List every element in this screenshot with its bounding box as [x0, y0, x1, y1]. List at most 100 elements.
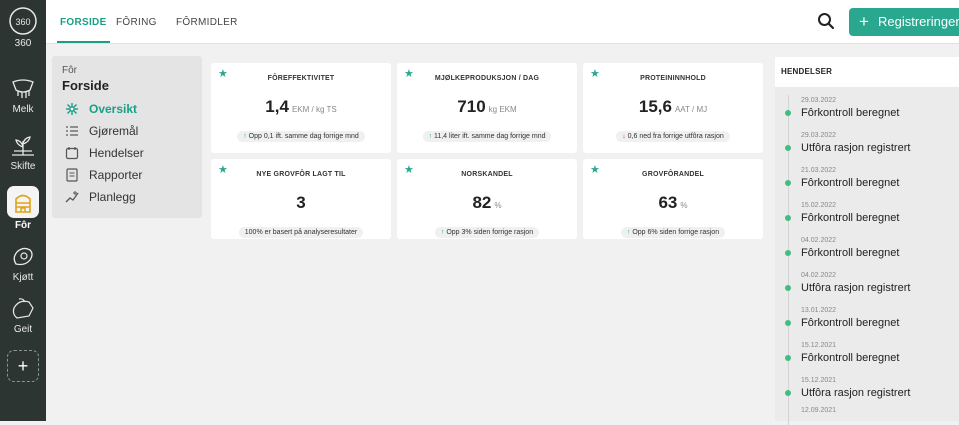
plan-chart-icon [65, 191, 79, 203]
rail-label-for: Fôr [14, 220, 32, 231]
rail-item-for[interactable]: Fôr [0, 186, 46, 231]
menu-label-rapporter: Rapporter [89, 168, 143, 182]
menu-item-rapporter[interactable]: Rapporter [65, 166, 142, 184]
event-date: 12.09.2021 [801, 407, 837, 414]
svg-text:360: 360 [15, 17, 30, 27]
rail-active-box [7, 186, 39, 218]
kpi-card-proteininnhold[interactable]: ★ PROTEININNHOLD 15,6 AAT / MJ ↓ 0,6 ned … [583, 63, 763, 153]
event-date: 13.01.2022 [801, 307, 837, 314]
kpi-unit: % [494, 201, 502, 210]
event-title: Fôrkontroll beregnet [801, 177, 900, 189]
rail-label-skifte: Skifte [10, 161, 36, 172]
rail-item-kjott[interactable]: Kjøtt [0, 244, 46, 283]
menu-label-hendelser: Hendelser [89, 146, 144, 160]
kpi-title: NYE GROVFÔR LAGT TIL [256, 171, 346, 178]
event-date: 15.02.2022 [801, 202, 837, 209]
arrow-up-icon: ↑ [440, 229, 445, 236]
kpi-unit: kg EKM [488, 105, 517, 114]
event-date: 15.12.2021 [801, 342, 837, 349]
tab-forside[interactable]: FORSIDE [57, 0, 110, 43]
rail-item-360[interactable]: 360 360 [0, 6, 46, 49]
registreringer-button[interactable]: + Registreringer [849, 8, 959, 36]
kpi-trend-text: 11,4 liter ift. samme dag forrige mnd [433, 133, 546, 140]
events-panel: HENDELSER 29.03.2022 Fôrkontroll beregnet… [775, 57, 959, 425]
checklist-icon [66, 126, 78, 136]
timeline-dot-icon [785, 215, 791, 221]
timeline-dot-icon [785, 250, 791, 256]
kpi-title: FÔREFFEKTIVITET [267, 75, 335, 82]
arrow-up-icon: ↑ [626, 229, 631, 236]
arrow-up-icon: ↑ [243, 133, 247, 140]
kpi-value-row: 63% [583, 193, 763, 213]
event-title: Fôrkontroll beregnet [801, 212, 900, 224]
kpi-card-foreffektivitet[interactable]: ★ FÔREFFEKTIVITET 1,4 EKM / kg TS ↑ Opp 0… [211, 63, 391, 153]
kpi-trend-badge: ↑ 11,4 liter ift. samme dag forrige mnd [422, 131, 552, 142]
arrow-up-icon: ↑ [428, 133, 433, 140]
kpi-trend-text: 0,6 ned fra forrige utfôra rasjon [627, 133, 724, 140]
search-icon[interactable] [817, 12, 835, 30]
rail-item-skifte[interactable]: Skifte [0, 133, 46, 172]
kpi-trend-text: Opp 0,1 ift. samme dag forrige mnd [248, 133, 359, 140]
meat-icon [13, 247, 33, 266]
events-heading: HENDELSER [775, 57, 959, 87]
event-title: Fôrkontroll beregnet [801, 352, 900, 364]
overview-icon [66, 103, 78, 115]
kpi-value: 82 [472, 193, 492, 212]
event-date: 29.03.2022 [801, 97, 837, 104]
kpi-card-grovforandel[interactable]: ★ GROVFÔRANDEL 63% ↑ Opp 6% siden forrig… [583, 159, 763, 239]
tab-foring[interactable]: FÔRING [116, 0, 157, 43]
rail-label-melk: Melk [12, 104, 34, 115]
timeline-dot-icon [785, 285, 791, 291]
registreringer-label: Registreringer [878, 14, 959, 29]
event-date: 15.12.2021 [801, 377, 837, 384]
kpi-unit: EKM / kg TS [291, 105, 337, 114]
timeline-dot-icon [785, 320, 791, 326]
kpi-value-row: 710 kg EKM [397, 97, 577, 117]
kpi-unit: AAT / MJ [674, 105, 708, 114]
event-title: Fôrkontroll beregnet [801, 107, 900, 119]
timeline-dot-icon [785, 110, 791, 116]
timeline-dot-icon [785, 145, 791, 151]
event-title: Utfôra rasjon registrert [801, 282, 911, 294]
kpi-value-row: 82% [397, 193, 577, 213]
top-bar: FORSIDE FÔRING FÔRMIDLER + Registreringe… [46, 0, 959, 44]
timeline-dot-icon [785, 180, 791, 186]
menu-item-gjoremal[interactable]: Gjøremål [65, 122, 138, 140]
kpi-value: 1,4 [265, 97, 289, 116]
kpi-card-mjolkeproduksjon[interactable]: ★ MJØLKEPRODUKSJON / DAG 710 kg EKM ↑ 11,… [397, 63, 577, 153]
menu-item-hendelser[interactable]: Hendelser [65, 144, 144, 162]
plus-icon: + [859, 12, 869, 31]
rail-label-kjott: Kjøtt [12, 272, 34, 283]
timeline-dot-icon [785, 355, 791, 361]
goat-icon [12, 298, 34, 319]
kpi-title: NORSKANDEL [461, 171, 513, 178]
section-menu: Fôr Forside Oversikt Gjøremål Hendelser … [52, 56, 202, 218]
breadcrumb[interactable]: Fôr [62, 65, 77, 76]
rail-item-geit[interactable]: Geit [0, 296, 46, 335]
menu-item-oversikt[interactable]: Oversikt [65, 100, 137, 118]
kpi-value-row: 15,6 AAT / MJ [583, 97, 763, 117]
kpi-trend-badge: ↓ 0,6 ned fra forrige utfôra rasjon [616, 131, 730, 142]
kpi-value: 3 [296, 193, 306, 212]
event-title: Utfôra rasjon registrert [801, 387, 911, 399]
kpi-card-nye-grovfor[interactable]: ★ NYE GROVFÔR LAGT TIL 3 100% er basert … [211, 159, 391, 239]
rail-add-module[interactable]: + [0, 350, 46, 382]
menu-item-planlegg[interactable]: Planlegg [65, 188, 136, 206]
field-plant-icon [12, 136, 34, 156]
report-icon [66, 168, 78, 182]
event-date: 29.03.2022 [801, 132, 837, 139]
event-date: 21.03.2022 [801, 167, 837, 174]
rail-item-melk[interactable]: Melk [0, 76, 46, 115]
menu-label-planlegg: Planlegg [89, 190, 136, 204]
kpi-trend-badge: ↑ Opp 6% siden forrige rasjon [620, 227, 726, 238]
kpi-title: PROTEININNHOLD [640, 75, 706, 82]
add-module-button[interactable]: + [7, 350, 39, 382]
udder-icon [12, 79, 34, 98]
tab-formidler[interactable]: FÔRMIDLER [176, 0, 238, 43]
rail-label-360: 360 [14, 38, 32, 49]
menu-label-gjoremal: Gjøremål [89, 124, 139, 138]
event-title: Fôrkontroll beregnet [801, 317, 900, 329]
kpi-card-norskandel[interactable]: ★ NORSKANDEL 82% ↑ Opp 3% siden forrige … [397, 159, 577, 239]
kpi-title: MJØLKEPRODUKSJON / DAG [434, 75, 540, 82]
kpi-title: GROVFÔRANDEL [642, 171, 704, 178]
